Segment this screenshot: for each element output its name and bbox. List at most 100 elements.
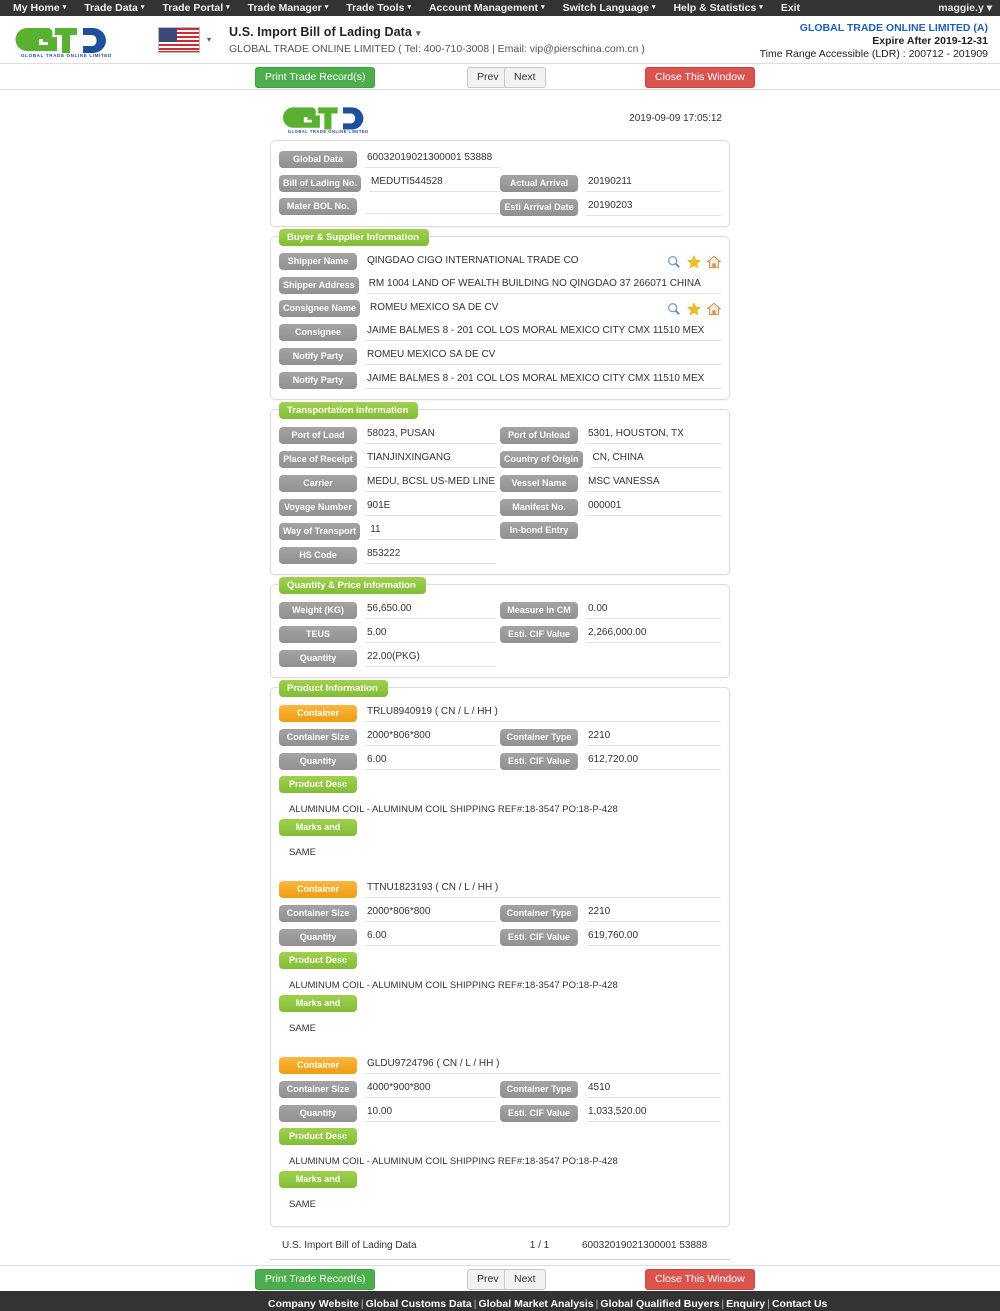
page-header: GLOBAL TRADE ONLINE LIMITED ▾ U.S. Impor… <box>0 16 1000 64</box>
shipper-name-label: Shipper Name <box>279 253 357 270</box>
home-icon[interactable] <box>707 302 721 316</box>
toolbar-top: Print Trade Record(s) Prev Next Close Th… <box>0 64 1000 90</box>
row-global-data: Global Data 60032019021300001 53888 <box>279 150 721 168</box>
nav-label: Switch Language <box>562 1 649 14</box>
carrier-value: MEDU, BCSL US-MED LINE LTD <box>365 474 496 492</box>
place-of-receipt-value: TIANJINXINGANG <box>365 450 496 468</box>
print-trade-records-button-bottom[interactable]: Print Trade Record(s) <box>255 1269 376 1290</box>
product-container-block: Container TTNU1823193 ( CN / L / HH ) Co… <box>279 880 721 1042</box>
nav-item-switch-language[interactable]: Switch Language ▾ <box>554 0 665 16</box>
nav-label: Exit <box>780 2 801 14</box>
search-icon[interactable] <box>667 255 681 269</box>
notify-party-value: ROMEU MEXICO SA DE CV <box>365 347 721 365</box>
product-container-block: Container GLDU9724796 ( CN / L / HH ) Co… <box>279 1056 721 1218</box>
voyage-number-label: Voyage Number <box>279 498 357 516</box>
close-window-button-bottom[interactable]: Close This Window <box>645 1269 755 1290</box>
nav-item-my-home[interactable]: My Home ▾ <box>4 0 75 16</box>
footer-link-contact-us[interactable]: Contact Us <box>772 1298 827 1310</box>
page-subtitle: GLOBAL TRADE ONLINE LIMITED ( Tel: 400-7… <box>229 42 645 55</box>
place-of-receipt-label: Place of Receipt <box>279 450 357 468</box>
row-container: Container TRLU8940919 ( CN / L / HH ) <box>279 704 721 722</box>
master-bol-no-label: Mater BOL No. <box>279 198 357 215</box>
footer-link-global-qualified-buyers[interactable]: Global Qualified Buyers <box>600 1298 719 1310</box>
search-icon[interactable] <box>667 302 681 316</box>
product-quantity-label: Quantity <box>279 928 357 946</box>
inbond-entry-label: In-bond Entry <box>500 522 578 539</box>
container-size-value: 4000*900*800 <box>365 1080 496 1098</box>
field-hs-code: HS Code 853222 <box>279 546 500 564</box>
field-shipper-name: Shipper Name QINGDAO CIGO INTERNATIONAL … <box>279 253 721 270</box>
next-button-bottom[interactable]: Next <box>504 1269 546 1290</box>
account-name: GLOBAL TRADE ONLINE LIMITED (A) <box>799 22 988 34</box>
page-title[interactable]: U.S. Import Bill of Lading Data ▾ <box>229 25 645 39</box>
field-consignee: Consignee JAIME BALMES 8 - 201 COL LOS M… <box>279 323 721 341</box>
field-measure: Measure in CM 0.00 <box>500 601 721 619</box>
prev-button-bottom[interactable]: Prev <box>467 1269 509 1290</box>
star-icon[interactable] <box>687 254 701 269</box>
row-container: Container GLDU9724796 ( CN / L / HH ) <box>279 1056 721 1074</box>
us-flag-icon <box>158 26 200 53</box>
basic-info-panel: Global Data 60032019021300001 53888 Bill… <box>270 140 730 227</box>
nav-item-help-statistics[interactable]: Help & Statistics ▾ <box>664 0 771 16</box>
close-window-button[interactable]: Close This Window <box>645 67 755 88</box>
footer-link-global-customs-data[interactable]: Global Customs Data <box>366 1298 472 1310</box>
nav-item-account-management[interactable]: Account Management ▾ <box>420 0 554 16</box>
account-time-range: Time Range Accessible (LDR) : 200712 - 2… <box>759 48 988 60</box>
quantity-value: 22.00(PKG) <box>365 649 496 667</box>
user-menu[interactable]: maggie.y ▾ <box>938 2 992 14</box>
row-container-size-type: Container Size 4000*900*800 Container Ty… <box>279 1080 721 1098</box>
prev-button[interactable]: Prev <box>467 67 509 88</box>
consignee-name-label: Consignee Name <box>279 300 361 317</box>
nav-item-trade-tools[interactable]: Trade Tools ▾ <box>337 0 420 16</box>
footer-link-global-market-analysis[interactable]: Global Market Analysis <box>478 1298 593 1310</box>
print-trade-records-button[interactable]: Print Trade Record(s) <box>255 67 376 88</box>
field-bill-of-lading-no: Bill of Lading No. MEDUTI544528 <box>279 174 500 192</box>
footer-link-enquiry[interactable]: Enquiry <box>726 1298 765 1310</box>
footer-link-company-website[interactable]: Company Website <box>268 1298 359 1310</box>
field-product-cif: Esti. CIF Value 612,720.00 <box>500 752 721 770</box>
row-notify-party-2: Notify Party JAIME BALMES 8 - 201 COL LO… <box>279 371 721 389</box>
gto-logo-icon: GLOBAL TRADE ONLINE LIMITED <box>15 27 111 58</box>
home-icon[interactable] <box>707 255 721 269</box>
nav-item-trade-data[interactable]: Trade Data ▾ <box>75 0 153 16</box>
field-place-of-receipt: Place of Receipt TIANJINXINGANG <box>279 450 500 468</box>
global-data-value: 60032019021300001 53888 <box>365 150 500 168</box>
esti-arrival-date-value: 20190203 <box>586 198 721 216</box>
field-container-size: Container Size 4000*900*800 <box>279 1080 500 1098</box>
buyer-supplier-panel: Buyer & Supplier Information Shipper Nam… <box>270 229 730 400</box>
chevron-down-icon: ▾ <box>226 4 230 12</box>
row-hs-code: HS Code 853222 <box>279 546 721 564</box>
field-product-quantity: Quantity 6.00 <box>279 752 500 770</box>
field-container: Container GLDU9724796 ( CN / L / HH ) <box>279 1056 721 1074</box>
marks-text: SAME <box>289 847 316 858</box>
star-icon[interactable] <box>687 301 701 316</box>
field-container: Container TRLU8940919 ( CN / L / HH ) <box>279 704 721 722</box>
marks-label: Marks and <box>279 819 357 836</box>
container-type-value: 4510 <box>586 1080 721 1098</box>
row-shipper-address: Shipper Address RM 1004 LAND OF WEALTH B… <box>279 276 721 294</box>
buyer-supplier-title: Buyer & Supplier Information <box>279 229 429 246</box>
product-quantity-value: 10.00 <box>365 1104 496 1122</box>
port-of-load-label: Port of Load <box>279 426 357 444</box>
vessel-name-value: MSC VANESSA <box>586 474 721 492</box>
container-label: Container <box>279 1056 357 1074</box>
nav-label: Trade Tools <box>346 1 405 14</box>
row-notify-party-1: Notify Party ROMEU MEXICO SA DE CV <box>279 347 721 365</box>
gto-logo[interactable]: GLOBAL TRADE ONLINE LIMITED <box>10 22 120 58</box>
nav-item-exit[interactable]: Exit <box>772 0 809 16</box>
nav-item-trade-manager[interactable]: Trade Manager ▾ <box>239 0 338 16</box>
row-container-size-type: Container Size 2000*806*800 Container Ty… <box>279 904 721 922</box>
teus-value: 5.00 <box>365 625 496 643</box>
field-teus: TEUS 5.00 <box>279 625 500 643</box>
country-flag-selector[interactable]: ▾ <box>158 26 211 53</box>
field-vessel-name: Vessel Name MSC VANESSA <box>500 474 721 492</box>
row-product-desc-label: Product Desc <box>279 1128 721 1145</box>
product-desc-text: ALUMINUM COIL - ALUMINUM COIL SHIPPING R… <box>289 804 618 815</box>
port-of-unload-value: 5301, HOUSTON, TX <box>586 426 721 444</box>
container-type-label: Container Type <box>500 728 578 746</box>
row-consignee-name: Consignee Name ROMEU MEXICO SA DE CV <box>279 300 721 317</box>
chevron-down-icon: ▾ <box>62 4 67 12</box>
nav-item-trade-portal[interactable]: Trade Portal ▾ <box>153 0 238 16</box>
next-button[interactable]: Next <box>504 67 546 88</box>
notify-party-2-value: JAIME BALMES 8 - 201 COL LOS MORAL MEXIC… <box>365 371 721 389</box>
